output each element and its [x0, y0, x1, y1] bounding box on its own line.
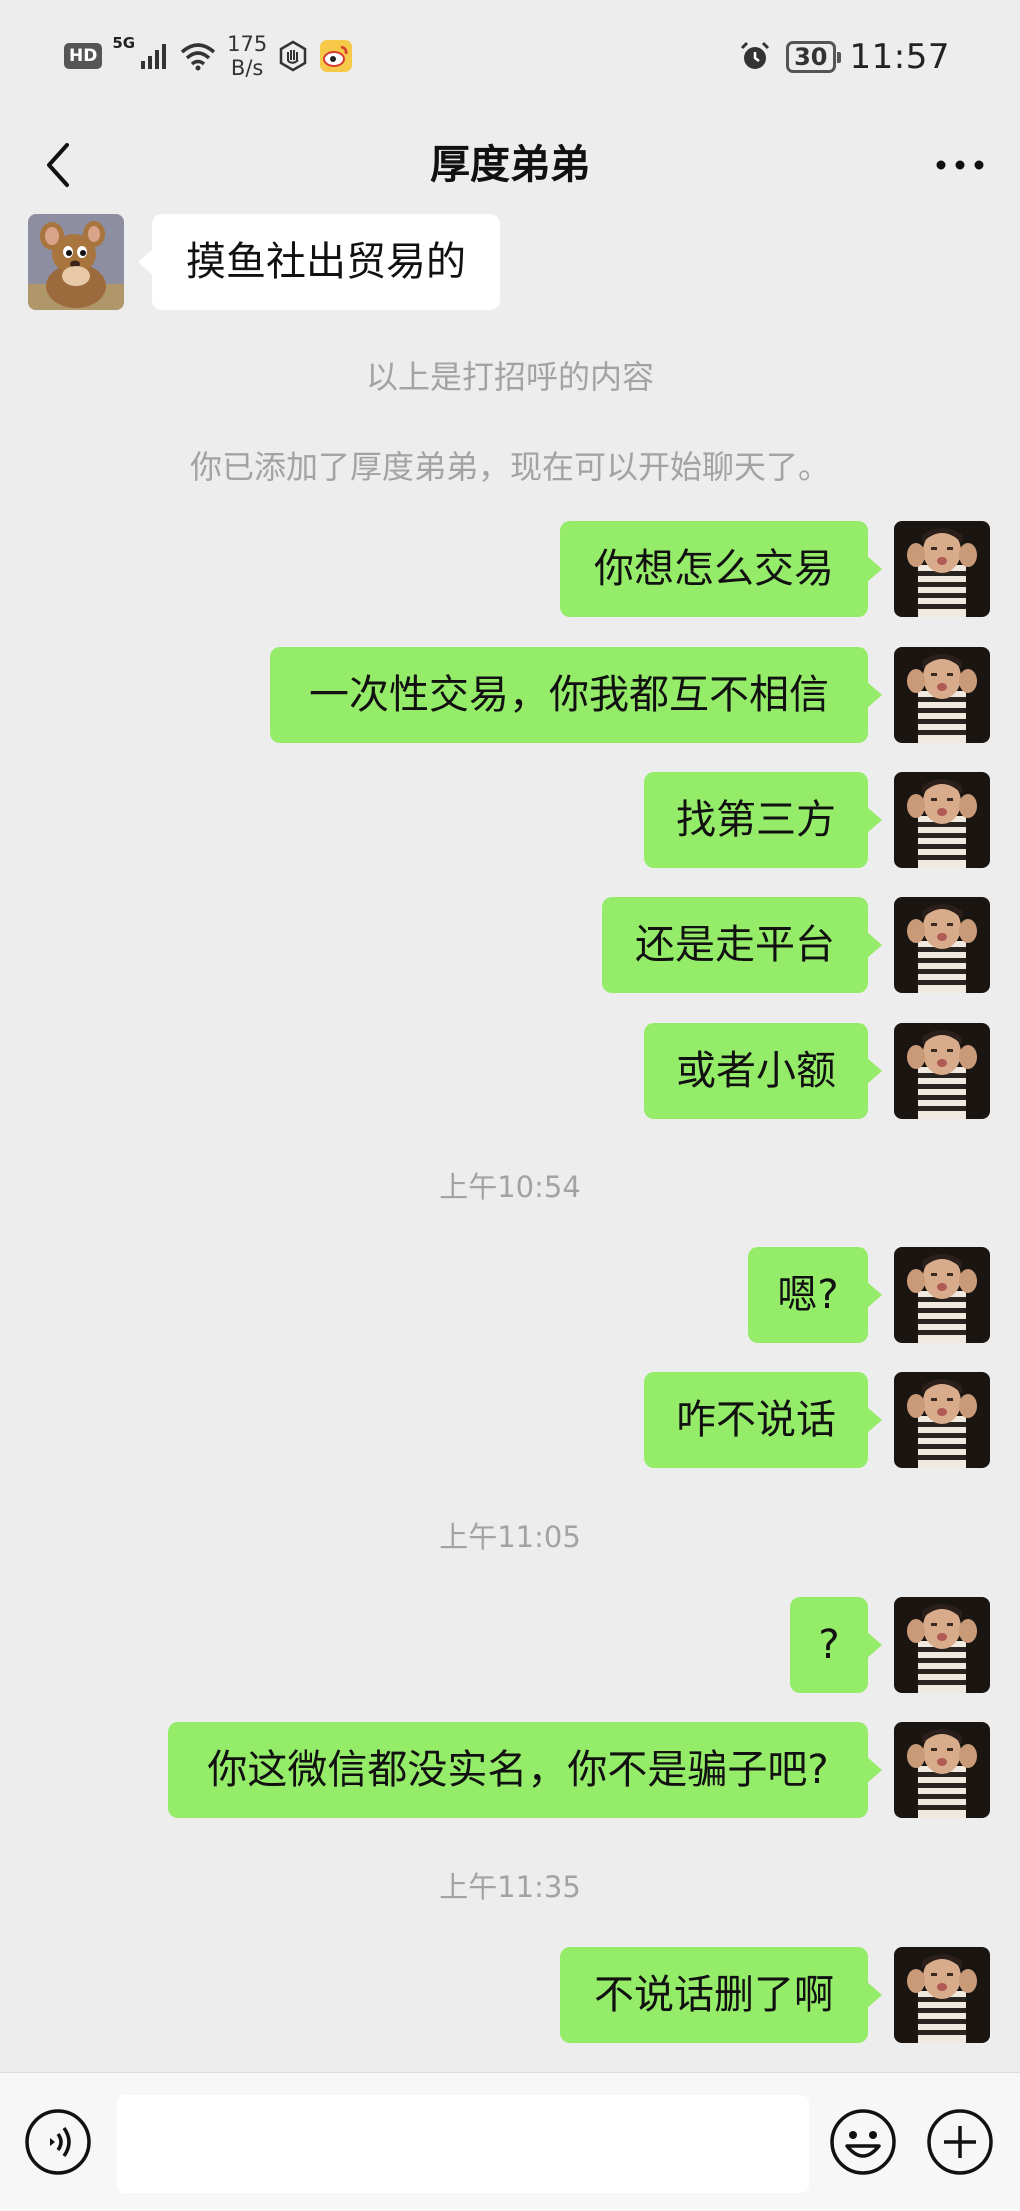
- input-bar: [0, 2072, 1020, 2211]
- speed-unit: B/s: [230, 56, 264, 80]
- outgoing-message-row: 你想怎么交易: [0, 521, 1020, 617]
- my-avatar[interactable]: [894, 772, 990, 868]
- more-button[interactable]: [930, 140, 990, 190]
- contact-avatar[interactable]: [28, 214, 124, 310]
- my-avatar[interactable]: [894, 897, 990, 993]
- emoji-icon: [830, 2109, 896, 2175]
- outgoing-message-bubble[interactable]: 还是走平台: [602, 897, 882, 993]
- status-left: HD 5G 175 B/s: [64, 30, 353, 82]
- message-timestamp: 上午11:35: [439, 1870, 581, 1904]
- outgoing-message-bubble[interactable]: 不说话删了啊: [560, 1947, 882, 2043]
- my-avatar[interactable]: [894, 1372, 990, 1468]
- message-input[interactable]: [117, 2095, 809, 2193]
- hand-stop-icon: [279, 40, 307, 72]
- message-timestamp: 上午11:05: [439, 1520, 581, 1554]
- greeting-notice: 以上是打招呼的内容: [365, 358, 654, 396]
- my-avatar[interactable]: [894, 1722, 990, 1818]
- hd-badge: HD: [64, 43, 103, 69]
- outgoing-message-row: ?: [0, 1597, 1020, 1693]
- outgoing-message-bubble[interactable]: 或者小额: [644, 1023, 882, 1119]
- outgoing-message-row: 一次性交易，你我都互不相信: [0, 647, 1020, 743]
- voice-button[interactable]: [24, 2108, 92, 2180]
- plus-icon: [927, 2109, 993, 2175]
- outgoing-message-row: 不说话删了啊: [0, 1947, 1020, 2043]
- battery-indicator: 30: [786, 41, 841, 73]
- outgoing-message-row: 咋不说话: [0, 1372, 1020, 1468]
- my-avatar[interactable]: [894, 1247, 990, 1343]
- outgoing-message-bubble[interactable]: 咋不说话: [644, 1372, 882, 1468]
- status-time: 11:57: [849, 37, 950, 77]
- outgoing-message-bubble[interactable]: 找第三方: [644, 772, 882, 868]
- friend-added-notice: 你已添加了厚度弟弟，现在可以开始聊天了。: [189, 448, 830, 486]
- outgoing-message-bubble[interactable]: 嗯?: [748, 1247, 882, 1343]
- outgoing-message-row: 找第三方: [0, 772, 1020, 868]
- status-bar: HD 5G 175 B/s 30 11:57: [0, 0, 1020, 115]
- more-dots-icon: [936, 160, 984, 170]
- my-avatar[interactable]: [894, 1023, 990, 1119]
- my-avatar[interactable]: [894, 1597, 990, 1693]
- outgoing-message-bubble[interactable]: 你这微信都没实名，你不是骗子吧?: [168, 1722, 882, 1818]
- alarm-icon: [741, 41, 770, 69]
- my-avatar[interactable]: [894, 521, 990, 617]
- network-speed: 175 B/s: [227, 32, 267, 80]
- incoming-message-bubble[interactable]: 摸鱼社出贸易的: [138, 214, 500, 310]
- outgoing-message-bubble[interactable]: ?: [790, 1597, 882, 1693]
- wifi-icon: [180, 43, 216, 71]
- signal-icon: [141, 44, 167, 69]
- outgoing-message-row: 嗯?: [0, 1247, 1020, 1343]
- emoji-button[interactable]: [829, 2108, 897, 2180]
- incoming-message-row: 摸鱼社出贸易的: [0, 214, 1020, 310]
- plus-button[interactable]: [926, 2108, 994, 2180]
- outgoing-message-bubble[interactable]: 你想怎么交易: [560, 521, 882, 617]
- my-avatar[interactable]: [894, 1947, 990, 2043]
- weibo-icon: [320, 40, 353, 72]
- outgoing-message-row: 或者小额: [0, 1023, 1020, 1119]
- outgoing-message-row: 还是走平台: [0, 897, 1020, 993]
- network-type: 5G: [112, 34, 136, 52]
- status-right: 30 11:57: [738, 32, 950, 82]
- outgoing-message-bubble[interactable]: 一次性交易，你我都互不相信: [270, 647, 882, 743]
- my-avatar[interactable]: [894, 647, 990, 743]
- message-timestamp: 上午10:54: [439, 1170, 581, 1204]
- speed-value: 175: [227, 32, 268, 56]
- chat-title: 厚度弟弟: [430, 142, 590, 188]
- outgoing-message-row: 你这微信都没实名，你不是骗子吧?: [0, 1722, 1020, 1818]
- chat-header: 厚度弟弟: [0, 115, 1020, 215]
- voice-icon: [25, 2109, 91, 2175]
